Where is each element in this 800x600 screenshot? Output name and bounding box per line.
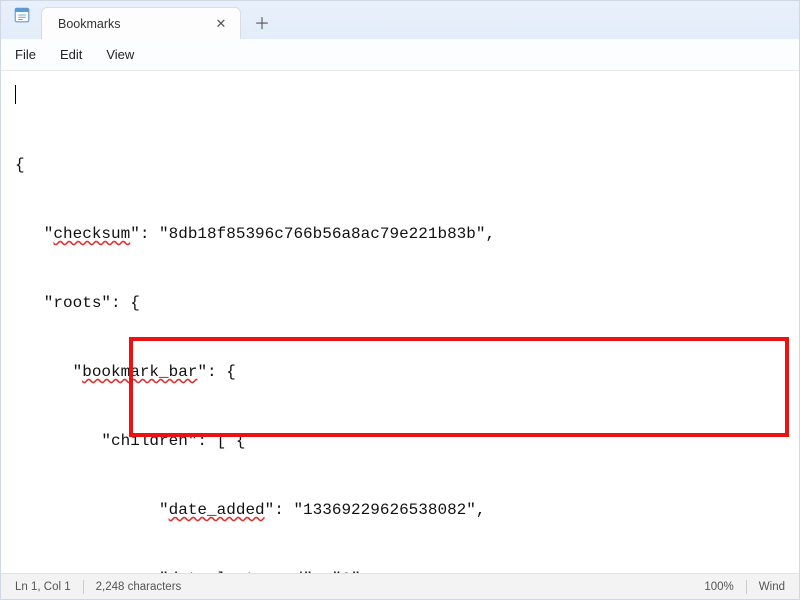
code-line: "date_last_used": "0",: [15, 568, 799, 573]
status-separator: [83, 580, 84, 594]
close-tab-icon[interactable]: ✕: [212, 15, 230, 33]
menubar: File Edit View: [1, 39, 799, 71]
code-line: "bookmark_bar": {: [15, 361, 799, 384]
menu-file[interactable]: File: [15, 47, 36, 62]
menu-view[interactable]: View: [106, 47, 134, 62]
text-editor[interactable]: { "checksum": "8db18f85396c766b56a8ac79e…: [1, 71, 799, 573]
tab-bookmarks[interactable]: Bookmarks ✕: [41, 7, 241, 39]
text-caret: [15, 85, 16, 104]
status-encoding: Wind: [759, 581, 785, 593]
code-line: "children": [ {: [15, 430, 799, 453]
code-line: "roots": {: [15, 292, 799, 315]
new-tab-button[interactable]: ＋: [247, 7, 277, 37]
code-line: {: [15, 154, 799, 177]
menu-edit[interactable]: Edit: [60, 47, 82, 62]
code-line: "checksum": "8db18f85396c766b56a8ac79e22…: [15, 223, 799, 246]
status-charcount: 2,248 characters: [96, 581, 182, 593]
code-line: "date_added": "13369229626538082",: [15, 499, 799, 522]
status-zoom[interactable]: 100%: [704, 581, 733, 593]
statusbar: Ln 1, Col 1 2,248 characters 100% Wind: [1, 573, 799, 599]
status-position: Ln 1, Col 1: [15, 581, 71, 593]
status-separator: [746, 580, 747, 594]
notepad-icon: [13, 6, 31, 24]
tab-label: Bookmarks: [58, 17, 212, 31]
titlebar: Bookmarks ✕ ＋: [1, 1, 799, 39]
highlight-annotation: [129, 337, 789, 437]
